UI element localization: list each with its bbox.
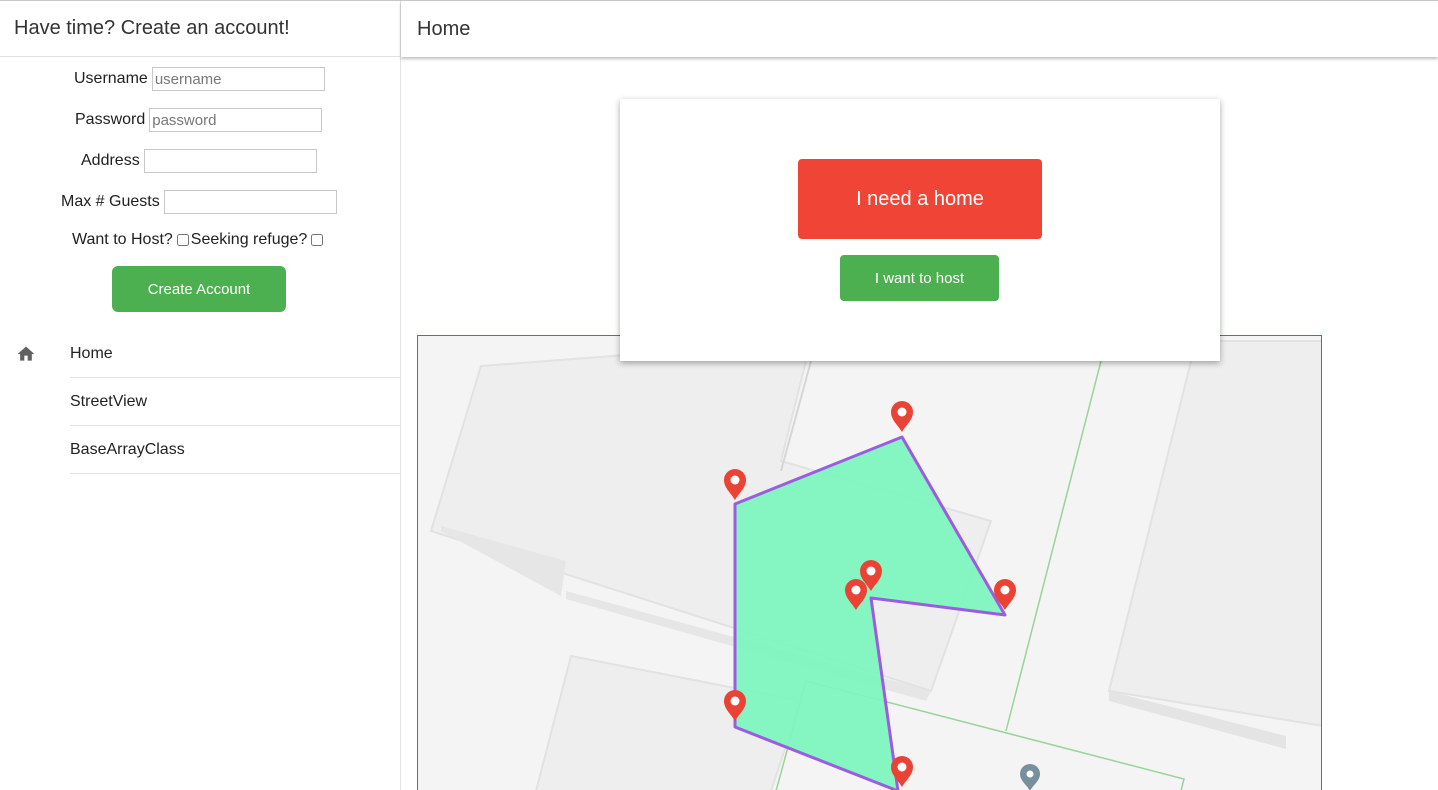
username-label: Username <box>74 70 148 87</box>
address-label: Address <box>81 152 140 169</box>
nav-item-streetview[interactable]: StreetView <box>70 378 400 426</box>
sidebar: Have time? Create an account! Username P… <box>0 1 401 790</box>
want-host-button[interactable]: I want to host <box>840 255 999 301</box>
map-polygon[interactable] <box>733 435 1007 790</box>
nav-item-label: StreetView <box>70 392 148 410</box>
seeking-refuge-checkbox[interactable] <box>311 234 324 246</box>
need-home-button[interactable]: I need a home <box>798 159 1042 239</box>
boundary-line <box>1005 360 1102 732</box>
map-canvas[interactable] <box>418 336 1322 790</box>
address-input[interactable] <box>143 149 317 173</box>
password-label: Password <box>75 111 146 128</box>
max-guests-row: Max # Guests <box>61 190 337 214</box>
max-guests-label: Max # Guests <box>61 193 160 210</box>
nav-item-label: Home <box>70 344 113 362</box>
seeking-refuge-label: Seeking refuge? <box>190 231 308 248</box>
username-row: Username <box>74 67 325 91</box>
marker-icon[interactable] <box>891 401 913 432</box>
password-row: Password <box>75 108 323 132</box>
username-input[interactable] <box>151 67 325 91</box>
action-card: I need a home I want to host <box>620 99 1220 361</box>
nav-item-basearrayclass[interactable]: BaseArrayClass <box>70 426 400 474</box>
nav-item-label: BaseArrayClass <box>70 440 185 458</box>
want-host-checkbox[interactable] <box>176 234 189 246</box>
sidebar-header: Have time? Create an account! <box>0 1 400 57</box>
password-input[interactable] <box>149 108 323 132</box>
user-location-icon[interactable] <box>1020 764 1040 790</box>
want-host-label: Want to Host? <box>72 231 173 248</box>
address-row: Address <box>81 149 317 173</box>
checkbox-row: Want to Host? Seeking refuge? <box>72 231 325 249</box>
building-shape <box>1107 340 1321 727</box>
create-account-button[interactable]: Create Account <box>112 266 286 312</box>
page-title: Home <box>417 17 471 40</box>
max-guests-input[interactable] <box>163 190 337 214</box>
sidebar-title: Have time? Create an account! <box>14 17 290 39</box>
map[interactable] <box>417 335 1322 790</box>
main-header: Home <box>401 1 1438 57</box>
home-icon <box>17 346 35 361</box>
nav-item-home[interactable]: Home <box>70 330 400 378</box>
